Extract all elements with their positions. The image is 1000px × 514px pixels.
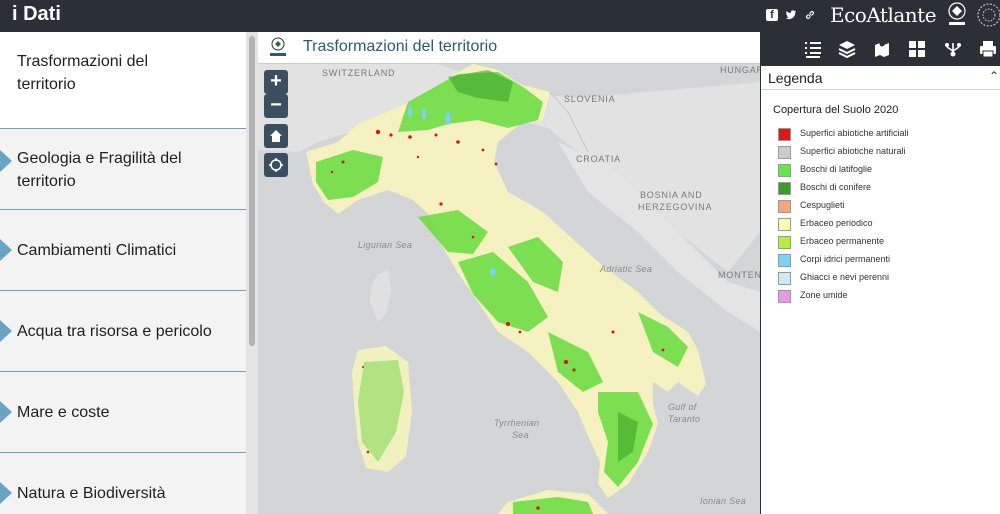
sea-label: Taranto [668,414,701,424]
sea-label: Ligurian Sea [358,240,413,250]
ispra-emblem-icon [948,2,966,25]
sidebar-item-cambiamenti[interactable]: Cambiamenti Climatici [0,210,246,291]
legend-swatch [778,146,791,159]
sea-label: Tyrrhenian [494,418,540,428]
sidebar-item-trasformazioni[interactable]: Trasformazioni del territorio [0,32,246,129]
sidebar-item-label: Geologia e Fragilità del territorio [17,150,182,190]
chevron-right-icon [0,239,12,261]
sidebar-item-label: Natura e Biodiversità [17,485,166,502]
legend-list-icon[interactable] [803,39,823,59]
legend-item-label: Erbaceo permanente [800,236,885,246]
sidebar-item-mare[interactable]: Mare e coste [0,372,246,453]
gallery-icon[interactable] [907,39,927,59]
scrollbar-thumb[interactable] [249,36,255,346]
sidebar-item-label: Acqua tra risorsa e pericolo [17,323,212,340]
chevron-right-icon [0,150,12,172]
sidebar-item-label: Mare e coste [17,404,110,421]
basemap [258,64,760,514]
legend-item-label: Corpi idrici permanenti [800,254,891,264]
legend-swatch [778,236,791,249]
legend-swatch [778,218,791,231]
link-icon[interactable] [804,9,816,21]
sidebar-item-geologia[interactable]: Geologia e Fragilità del territorio [0,129,246,210]
zoom-in-button[interactable]: + [264,70,288,94]
sea-label: Adriatic Sea [600,264,653,274]
sidebar-item-label: Cambiamenti Climatici [17,242,177,259]
legend-item-label: Ghiacci e nevi perenni [800,272,890,282]
map-title: Trasformazioni del territorio [303,38,498,55]
top-bar: i Dati f EcoAtlante [0,0,1000,32]
legend-item-label: Superfici abiotiche naturali [800,146,906,156]
country-label: CROATIA [576,154,621,164]
legend-swatch [778,272,791,285]
locate-button[interactable] [264,153,288,177]
basemap-icon[interactable] [872,39,892,59]
sidebar-scrollbar[interactable] [246,32,258,514]
legend-item-label: Zone umide [800,290,848,300]
home-icon [270,130,282,142]
country-label: HUNGARY [720,65,760,75]
country-label: SLOVENIA [564,94,616,104]
legend-title: Legenda [768,70,823,86]
country-label: MONTENEGRO [718,270,760,280]
sidebar-item-natura[interactable]: Natura e Biodiversità [0,453,246,514]
chevron-right-icon [0,320,12,342]
legend-swatch [778,200,791,213]
panel-toolbar [761,32,1000,66]
ecoatlante-logo[interactable]: EcoAtlante [830,3,937,27]
sidebar-item-acqua[interactable]: Acqua tra risorsa e pericolo [0,291,246,372]
legend-swatch [778,290,791,303]
sea-label: Ionian Sea [700,496,747,506]
layers-icon[interactable] [837,39,857,59]
legend-item-label: Boschi di conifere [800,182,872,192]
legend-swatch [778,164,791,177]
legend-item-label: Cespuglieti [800,200,845,210]
legend-item-label: Erbaceo periodico [800,218,873,228]
legend-header[interactable]: Legenda ⌃ [761,66,1000,90]
legend-swatch [778,182,791,195]
print-icon[interactable] [978,39,998,59]
chevron-right-icon [0,401,12,423]
twitter-icon[interactable] [785,9,797,21]
sea-label: Sea [512,430,529,440]
home-button[interactable] [264,124,288,148]
sidebar: Trasformazioni del territorio Geologia e… [0,32,246,514]
country-label: BOSNIA AND [640,190,703,200]
legend-subtitle: Copertura del Suolo 2020 [773,104,899,116]
zoom-out-button[interactable]: − [264,94,288,118]
legend-swatch [778,254,791,267]
country-label: HERZEGOVINA [638,202,713,212]
map-view[interactable]: Trasformazioni del territorio + − SWITZE… [258,32,760,514]
legend-panel: Legenda ⌃ Copertura del Suolo 2020 Super… [760,32,1000,514]
map-header: Trasformazioni del territorio [258,32,760,64]
legend-item-label: Superfici abiotiche artificiali [800,128,909,138]
app-title: i Dati [12,3,61,25]
globe-emblem-icon [977,3,1000,27]
chevron-right-icon [0,482,12,504]
country-label: SWITZERLAND [322,68,396,78]
locate-icon [269,158,283,172]
sidebar-item-label: Trasformazioni del territorio [17,53,149,93]
share-icon[interactable] [943,39,963,59]
legend-swatch [778,128,791,141]
active-arrow-icon [0,58,12,80]
collapse-icon[interactable]: ⌃ [989,69,999,83]
ispra-logo-icon [270,37,286,56]
sea-label: Gulf of [668,402,697,412]
facebook-icon[interactable]: f [766,9,778,21]
legend-item-label: Boschi di latifoglie [800,164,873,174]
